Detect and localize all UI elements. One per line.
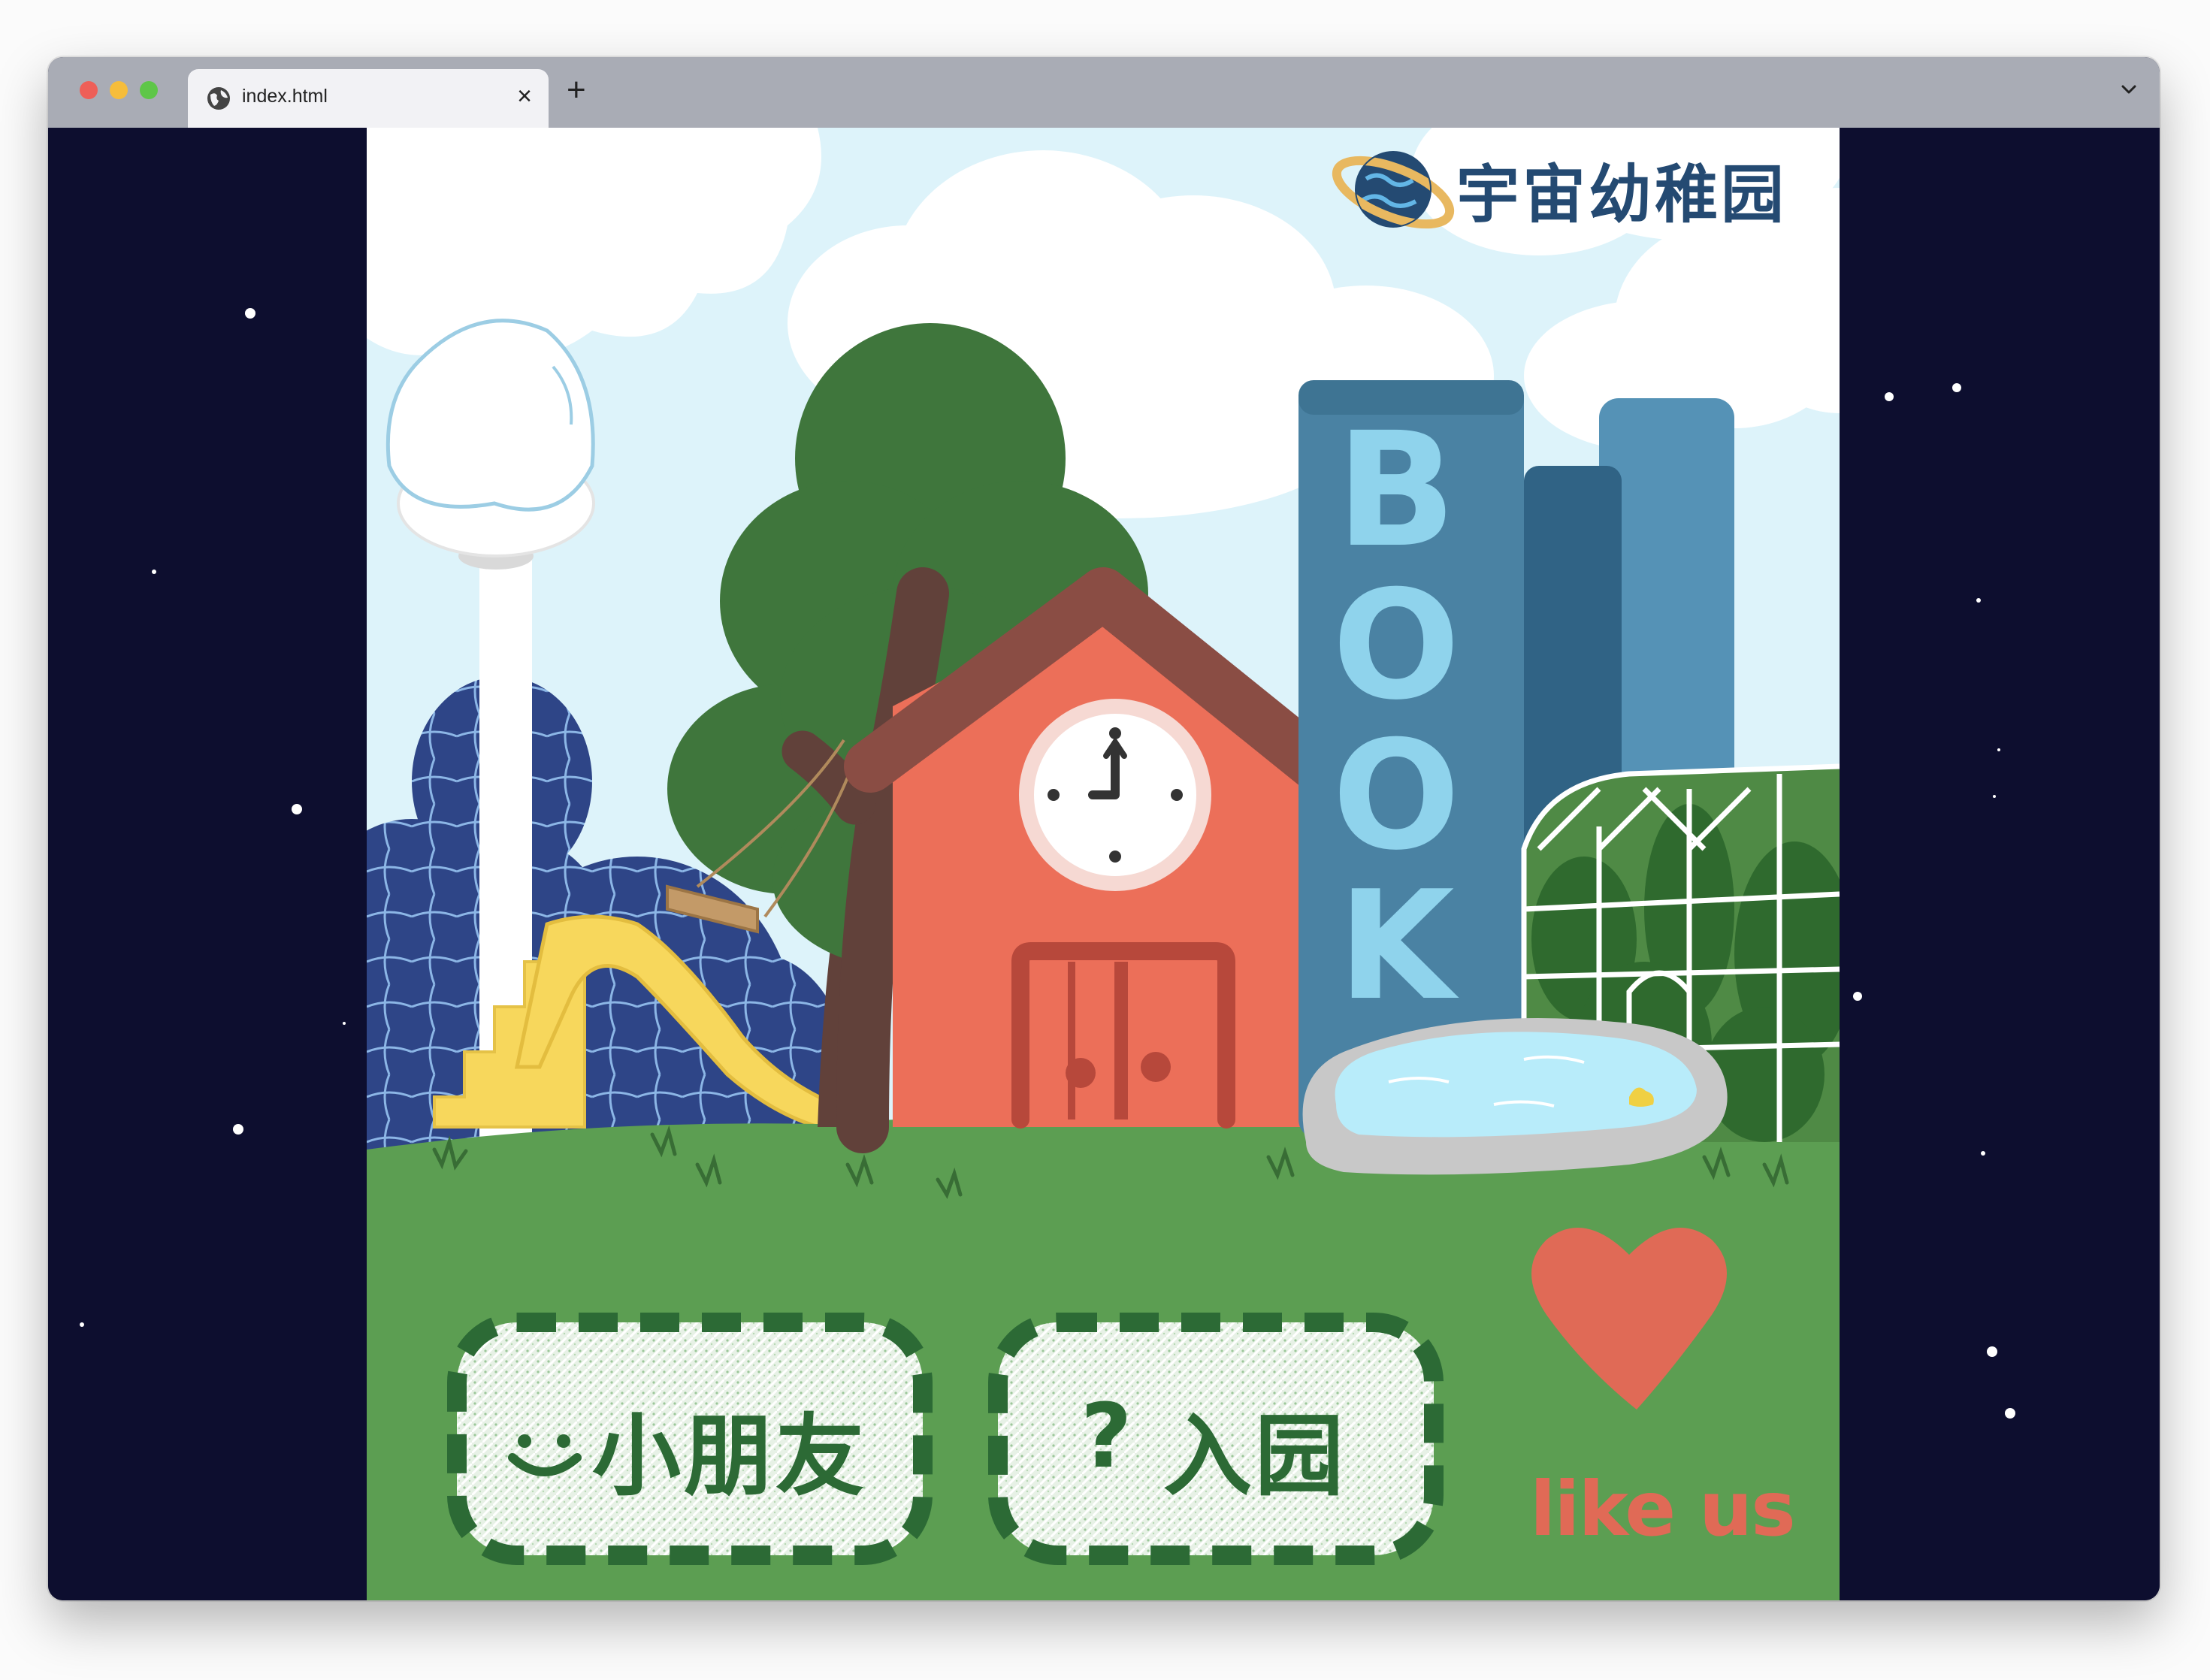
question-icon: ? <box>1081 1384 1135 1488</box>
star <box>152 570 156 574</box>
enter-button[interactable]: ? 入园 <box>998 1322 1434 1555</box>
kindergarten-scene: B O O K 宇宙幼稚园 小朋友 ? 入园 like us <box>367 128 1840 1600</box>
star <box>1976 598 1981 603</box>
star <box>1987 1346 1997 1357</box>
star <box>343 1022 346 1025</box>
book-letter-k: K <box>1338 859 1455 1034</box>
zoom-window-button[interactable] <box>140 81 158 99</box>
globe-icon <box>207 87 230 110</box>
star <box>1885 392 1894 401</box>
minimize-window-button[interactable] <box>110 81 128 99</box>
site-logo-title: 宇宙幼稚园 <box>1456 158 1788 231</box>
star <box>292 804 302 814</box>
close-window-button[interactable] <box>80 81 98 99</box>
close-tab-button[interactable]: × <box>517 81 532 111</box>
star <box>1993 795 1996 798</box>
star <box>1952 383 1961 392</box>
kids-button-label: 小朋友 <box>592 1404 868 1508</box>
star <box>233 1124 243 1135</box>
enter-button-label: 入园 <box>1163 1404 1347 1508</box>
new-tab-button[interactable]: + <box>567 74 586 107</box>
star <box>1981 1151 1985 1156</box>
browser-tab-bar: index.html × + <box>48 57 2160 128</box>
book-letter-b: B <box>1335 398 1457 582</box>
like-us-link[interactable]: like us <box>1530 1465 1796 1553</box>
browser-window: index.html × + B O O K 宇宙幼稚园 小朋友 ? 入园 li… <box>48 57 2160 1600</box>
book-letter-o2: O <box>1332 709 1461 884</box>
kids-button[interactable]: 小朋友 <box>457 1322 923 1555</box>
tab-title: index.html <box>242 86 328 107</box>
chevron-down-icon[interactable] <box>2118 78 2140 101</box>
star <box>2005 1408 2015 1419</box>
book-letter-o1: O <box>1332 558 1461 733</box>
star <box>245 308 255 319</box>
star <box>80 1322 84 1327</box>
star <box>1997 748 2000 751</box>
page-viewport: B O O K 宇宙幼稚园 小朋友 ? 入园 like us <box>48 128 2160 1600</box>
star <box>1853 992 1862 1001</box>
browser-tab[interactable]: index.html × <box>188 69 549 128</box>
